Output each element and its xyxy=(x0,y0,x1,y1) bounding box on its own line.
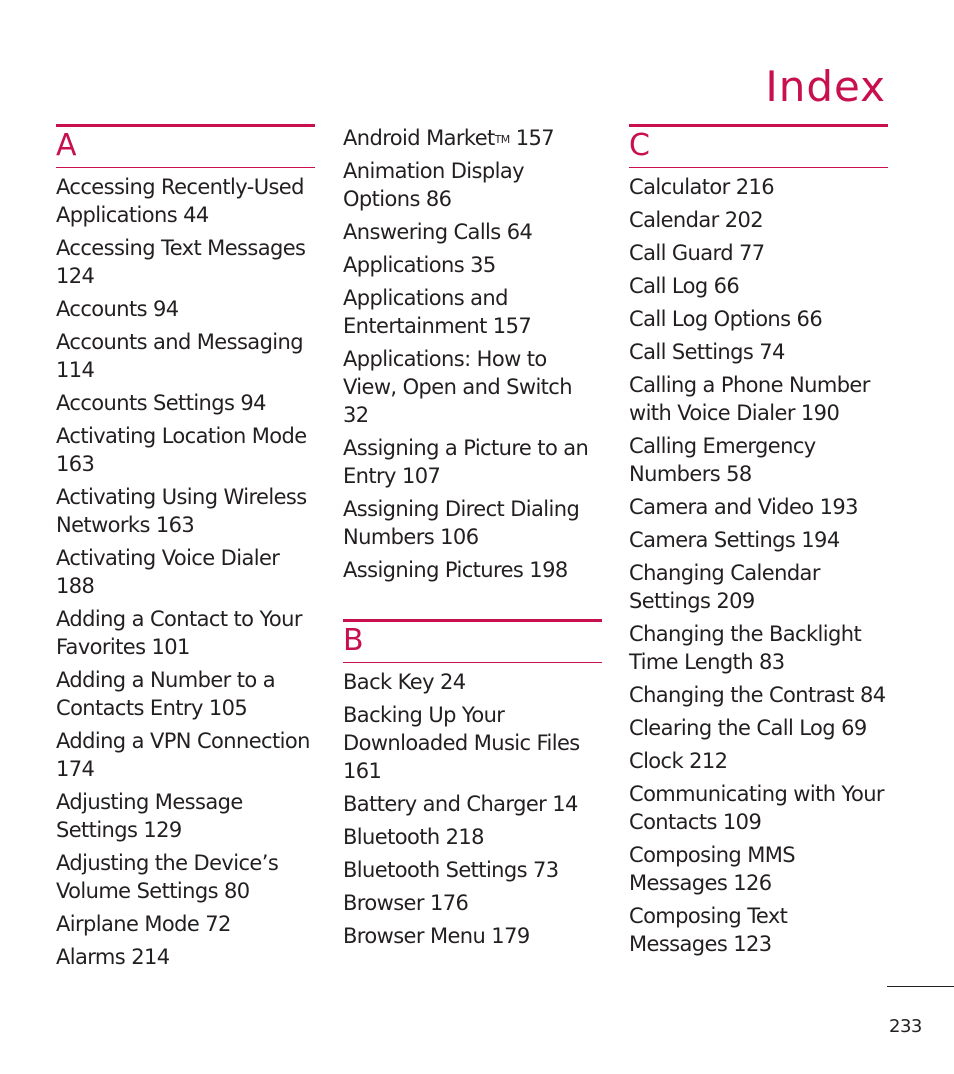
section-letter: A xyxy=(56,128,77,163)
index-entry: Applications: How to View, Open and Swit… xyxy=(343,347,573,427)
index-entry: Call Log Options 66 xyxy=(629,307,823,331)
index-column-1: A Accessing Recently-Used Applications 4… xyxy=(56,124,315,976)
page-title: Index xyxy=(765,62,886,112)
index-entry: Changing the Backlight Time Length 83 xyxy=(629,622,862,674)
index-entry: Back Key 24 xyxy=(343,670,466,694)
index-entry: Call Settings 74 xyxy=(629,340,785,364)
index-list-b: Back Key 24 Backing Up Your Downloaded Mu… xyxy=(343,668,602,950)
index-entry: Adjusting the Device’s Volume Settings 8… xyxy=(56,851,279,903)
index-entry: Accounts and Messaging 114 xyxy=(56,330,304,382)
index-entry: Browser 176 xyxy=(343,891,469,915)
index-entry: Clearing the Call Log 69 xyxy=(629,716,867,740)
index-entry: Assigning Pictures 198 xyxy=(343,558,568,582)
index-entry: Applications 35 xyxy=(343,253,496,277)
index-list-c: Calculator 216 Calendar 202 Call Guard 77 C… xyxy=(629,173,888,958)
index-entry: Camera Settings 194 xyxy=(629,528,840,552)
index-list-a: Accessing Recently-Used Applications 44 A… xyxy=(56,173,315,971)
index-entry: Accounts 94 xyxy=(56,297,179,321)
index-entry: Call Log 66 xyxy=(629,274,740,298)
index-entry: Adding a Contact to Your Favorites 101 xyxy=(56,607,303,659)
index-column-3: C Calculator 216 Calendar 202 Call Guard 7… xyxy=(629,124,888,963)
section-letter: C xyxy=(629,128,650,163)
index-list-a-continued: Android MarketTM 157 Animation Display Op… xyxy=(343,124,602,584)
page-number: 233 xyxy=(889,1016,922,1037)
index-entry: Bluetooth 218 xyxy=(343,825,485,849)
index-entry: Applications and Entertainment 157 xyxy=(343,286,532,338)
index-entry: Alarms 214 xyxy=(56,945,170,969)
trademark-symbol: TM xyxy=(494,133,511,146)
index-entry: Call Guard 77 xyxy=(629,241,765,265)
index-entry: Airplane Mode 72 xyxy=(56,912,231,936)
index-entry: Clock 212 xyxy=(629,749,728,773)
index-entry: Adding a VPN Connection 174 xyxy=(56,729,310,781)
index-entry: Composing Text Messages 123 xyxy=(629,904,788,956)
index-entry: Camera and Video 193 xyxy=(629,495,858,519)
index-entry: Activating Voice Dialer 188 xyxy=(56,546,280,598)
index-entry: Animation Display Options 86 xyxy=(343,159,525,211)
index-entry: Changing the Contrast 84 xyxy=(629,683,886,707)
section-header-b: B xyxy=(343,619,602,663)
index-entry: Browser Menu 179 xyxy=(343,924,530,948)
index-entry: Communicating with Your Contacts 109 xyxy=(629,782,885,834)
index-entry: Android MarketTM 157 xyxy=(343,126,555,150)
footer-divider xyxy=(887,986,954,987)
index-entry: Accessing Recently-Used Applications 44 xyxy=(56,175,304,227)
index-entry: Calling Emergency Numbers 58 xyxy=(629,434,816,486)
index-entry: Battery and Charger 14 xyxy=(343,792,578,816)
index-column-2: Android MarketTM 157 Animation Display Op… xyxy=(343,124,602,955)
index-entry: Backing Up Your Downloaded Music Files 1… xyxy=(343,703,580,783)
index-entry: Calendar 202 xyxy=(629,208,764,232)
index-entry: Composing MMS Messages 126 xyxy=(629,843,796,895)
index-entry: Activating Location Mode 163 xyxy=(56,424,307,476)
index-entry: Accounts Settings 94 xyxy=(56,391,267,415)
index-entry: Activating Using Wireless Networks 163 xyxy=(56,485,307,537)
section-header-c: C xyxy=(629,124,888,168)
section-header-a: A xyxy=(56,124,315,168)
index-entry: Calculator 216 xyxy=(629,175,775,199)
index-entry: Calling a Phone Number with Voice Dialer… xyxy=(629,373,870,425)
section-letter: B xyxy=(343,623,364,658)
index-entry: Bluetooth Settings 73 xyxy=(343,858,559,882)
index-entry: Changing Calendar Settings 209 xyxy=(629,561,820,613)
index-entry: Assigning Direct Dialing Numbers 106 xyxy=(343,497,580,549)
index-entry: Adding a Number to a Contacts Entry 105 xyxy=(56,668,276,720)
index-entry: Answering Calls 64 xyxy=(343,220,533,244)
index-entry: Assigning a Picture to an Entry 107 xyxy=(343,436,589,488)
index-entry: Accessing Text Messages 124 xyxy=(56,236,306,288)
index-entry: Adjusting Message Settings 129 xyxy=(56,790,243,842)
